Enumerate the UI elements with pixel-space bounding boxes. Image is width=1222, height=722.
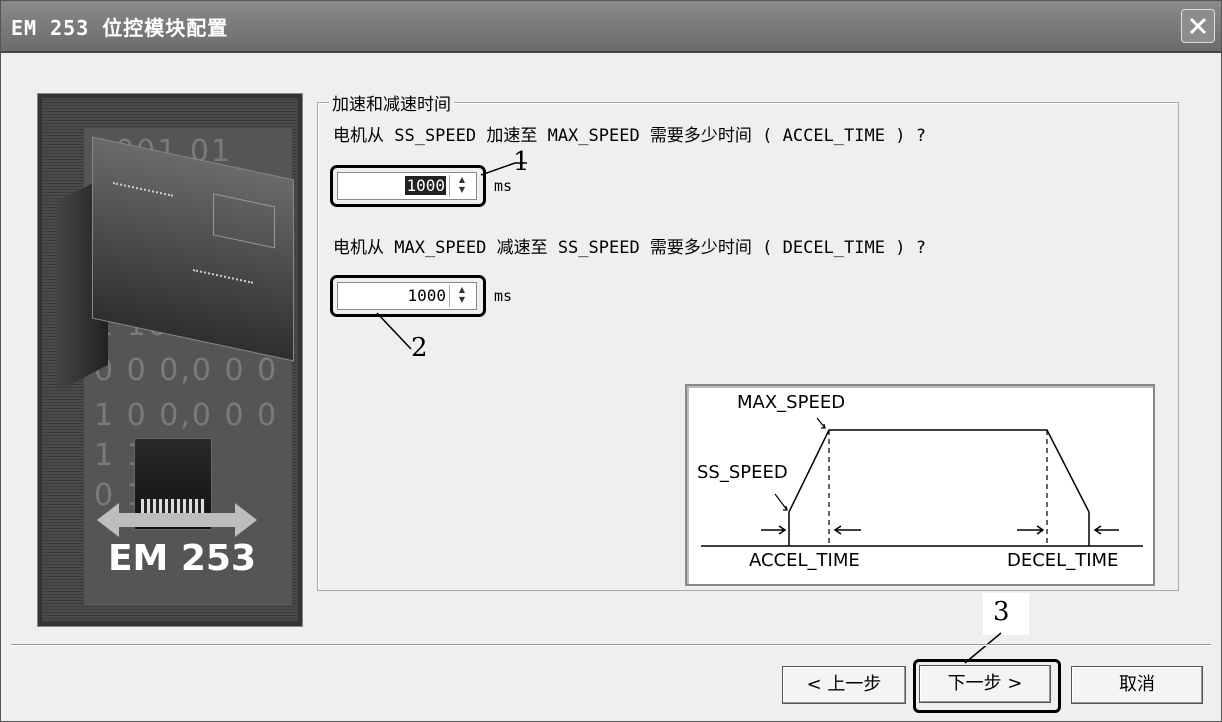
next-button[interactable]: 下一步 > [919, 665, 1051, 703]
decel-time-label: DECEL_TIME [1007, 550, 1119, 571]
callout-2: 2 [411, 333, 428, 363]
callout-1: 1 [513, 147, 530, 177]
accel-time-spinbox[interactable]: 1000 ▲ ▼ [337, 172, 477, 200]
speed-profile-diagram: MAX_SPEED SS_SPEED ACCEL_TIME DECEL_TIME [685, 384, 1155, 586]
decel-time-value[interactable]: 1000 [407, 286, 446, 305]
decel-spin-buttons[interactable]: ▲ ▼ [449, 285, 474, 307]
banner-background: 1001 01 1 101 0 0 0,0 0 0 1 0 0,0 0 0 1 … [42, 98, 298, 622]
close-button[interactable] [1181, 9, 1215, 43]
callout-3: 3 [993, 597, 1010, 627]
groupbox-title: 加速和减速时间 [329, 90, 454, 115]
banner-label: EM 253 [107, 538, 257, 579]
decel-unit: ms [494, 287, 513, 305]
dialog-window: EM 253 位控模块配置 1001 01 1 101 0 0 0,0 0 0 … [0, 0, 1222, 722]
spin-down-icon[interactable]: ▼ [450, 295, 474, 305]
accel-highlight-frame: 1000 ▲ ▼ [330, 165, 486, 207]
title-bar: EM 253 位控模块配置 [1, 1, 1221, 53]
spin-up-icon[interactable]: ▲ [450, 285, 474, 295]
accel-time-value[interactable]: 1000 [405, 176, 446, 195]
spin-down-icon[interactable]: ▼ [450, 185, 474, 195]
binary-row: 1 0 0,0 0 0 [94, 398, 279, 433]
accel-time-label: ACCEL_TIME [749, 550, 860, 571]
product-banner: 1001 01 1 101 0 0 0,0 0 0 1 0 0,0 0 0 1 … [37, 93, 303, 627]
max-speed-label: MAX_SPEED [737, 392, 846, 413]
ss-speed-label: SS_SPEED [697, 462, 788, 483]
decel-question: 电机从 MAX_SPEED 减速至 SS_SPEED 需要多少时间 ( DECE… [333, 238, 926, 258]
button-separator [11, 644, 1211, 646]
double-arrow-icon [97, 503, 257, 537]
decel-time-spinbox[interactable]: 1000 ▲ ▼ [337, 282, 477, 310]
binary-row: 0 0 0,0 0 0 [94, 353, 279, 388]
cancel-button[interactable]: 取消 [1071, 666, 1203, 704]
accel-question: 电机从 SS_SPEED 加速至 MAX_SPEED 需要多少时间 ( ACCE… [333, 126, 926, 146]
close-icon [1189, 17, 1207, 35]
window-title: EM 253 位控模块配置 [11, 16, 229, 40]
back-button[interactable]: < 上一步 [782, 666, 906, 704]
